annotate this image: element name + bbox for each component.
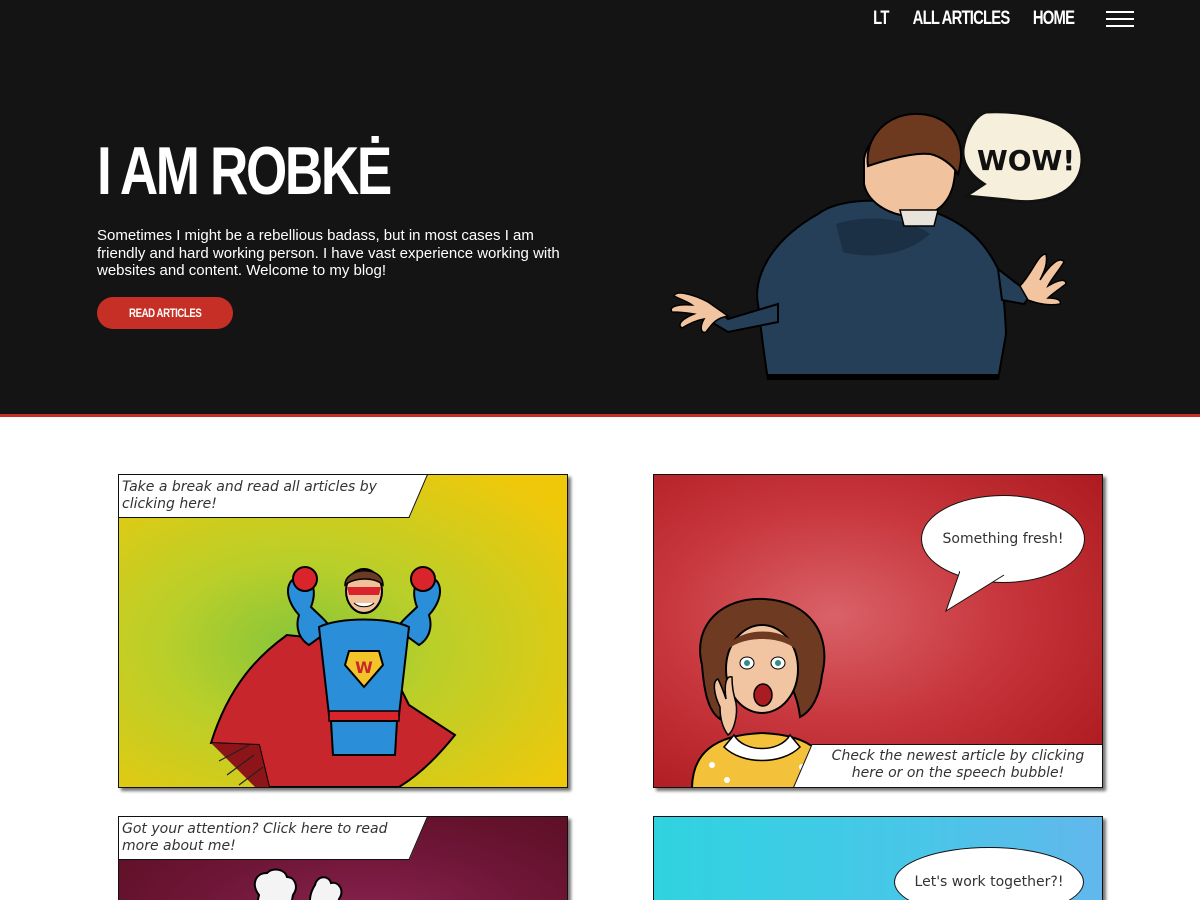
nav-language-switch[interactable]: LT	[873, 8, 889, 30]
surprised-man-illustration: WOW!	[670, 110, 1084, 380]
page-title: I AM ROBKĖ	[97, 133, 392, 209]
wow-speech-bubble: WOW!	[961, 110, 1084, 204]
panel-about-me[interactable]: Got your attention? Click here to read m…	[118, 816, 568, 900]
nav-all-articles[interactable]: ALL ARTICLES	[912, 8, 1010, 30]
bubble-text: Let's work together?!	[914, 874, 1064, 890]
hero-section: LT ALL ARTICLES HOME I AM ROBKĖ Sometime…	[0, 0, 1200, 417]
read-articles-button[interactable]: READ ARTICLES	[97, 297, 233, 329]
gloved-hands-illustration	[253, 868, 343, 900]
panel-all-articles[interactable]: W Take a break and read all articles by …	[118, 474, 568, 788]
speech-bubble-something-fresh[interactable]: Something fresh!	[921, 495, 1085, 583]
speech-bubble-tail	[945, 571, 1005, 613]
menu-icon[interactable]	[1106, 11, 1134, 27]
bubble-text: Something fresh!	[942, 531, 1064, 547]
svg-text:W: W	[355, 658, 373, 677]
panel-caption: Got your attention? Click here to read m…	[119, 817, 428, 860]
nav-home[interactable]: HOME	[1033, 8, 1075, 30]
speech-bubble-work-together[interactable]: Let's work together?!	[894, 847, 1084, 900]
caption-border	[793, 744, 1102, 787]
panel-caption: Take a break and read all articles by cl…	[119, 475, 428, 518]
hero-intro-text: Sometimes I might be a rebellious badass…	[97, 227, 560, 279]
panel-work-together[interactable]: Let's work together?!	[653, 816, 1103, 900]
superhero-illustration: W	[209, 566, 457, 787]
panel-newest-article[interactable]: Something fresh! Check the newest articl…	[653, 474, 1103, 788]
read-articles-label: READ ARTICLES	[128, 306, 202, 320]
wow-text: WOW!	[977, 144, 1075, 177]
top-nav: LT ALL ARTICLES HOME	[861, 8, 1134, 30]
